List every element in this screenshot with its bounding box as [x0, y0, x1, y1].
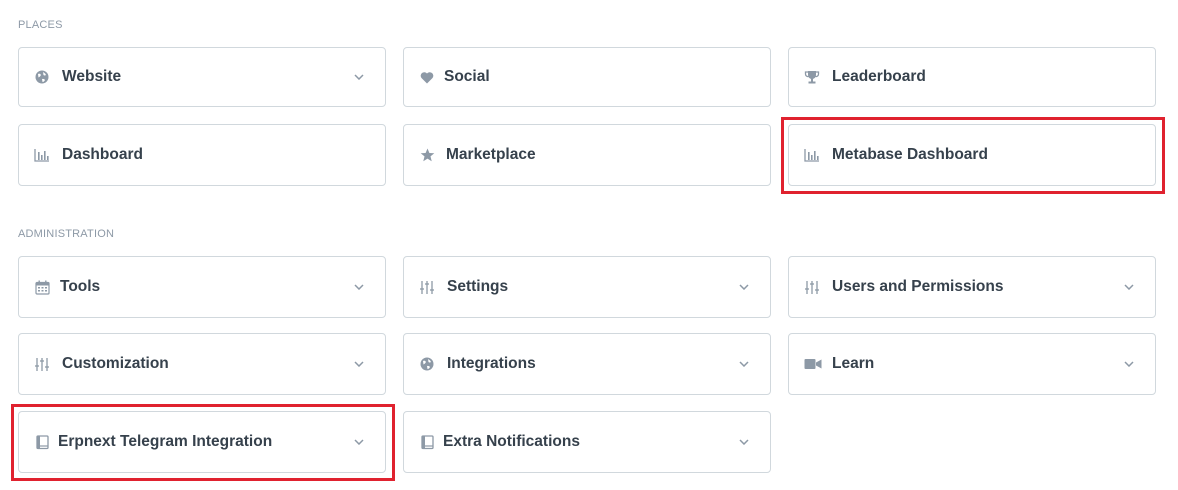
places-heading: PLACES — [18, 19, 63, 31]
chevron-down-icon[interactable] — [353, 358, 365, 370]
video-camera-icon — [804, 356, 822, 372]
globe-icon — [34, 69, 50, 85]
star-icon — [419, 147, 435, 163]
chevron-down-icon[interactable] — [353, 71, 365, 83]
card-label: Social — [444, 68, 490, 85]
chevron-down-icon[interactable] — [353, 281, 365, 293]
globe-icon — [419, 356, 435, 372]
card-learn[interactable]: Learn — [788, 333, 1156, 395]
sliders-icon — [34, 356, 50, 372]
administration-heading: ADMINISTRATION — [18, 228, 115, 240]
card-tools[interactable]: Tools — [18, 256, 386, 318]
card-label: Integrations — [447, 355, 536, 372]
heart-icon — [419, 69, 435, 85]
card-metabase-dashboard[interactable]: Metabase Dashboard — [788, 124, 1156, 186]
chevron-down-icon[interactable] — [738, 436, 750, 448]
card-customization[interactable]: Customization — [18, 333, 386, 395]
calendar-icon — [34, 279, 50, 295]
card-integrations[interactable]: Integrations — [403, 333, 771, 395]
card-extra-notifications[interactable]: Extra Notifications — [403, 411, 771, 473]
card-label: Extra Notifications — [443, 433, 580, 450]
card-label: Erpnext Telegram Integration — [58, 433, 273, 450]
card-dashboard[interactable]: Dashboard — [18, 124, 386, 186]
card-erpnext-telegram-integration[interactable]: Erpnext Telegram Integration — [18, 411, 386, 473]
sliders-icon — [419, 279, 435, 295]
bar-chart-icon — [804, 147, 820, 163]
card-marketplace[interactable]: Marketplace — [403, 124, 771, 186]
card-website[interactable]: Website — [18, 47, 386, 107]
bar-chart-icon — [34, 147, 50, 163]
sliders-icon — [804, 279, 820, 295]
card-label: Tools — [60, 278, 101, 295]
card-label: Marketplace — [446, 146, 536, 163]
chevron-down-icon[interactable] — [353, 436, 365, 448]
card-users-and-permissions[interactable]: Users and Permissions — [788, 256, 1156, 318]
card-label: Leaderboard — [832, 68, 926, 85]
card-social[interactable]: Social — [403, 47, 771, 107]
card-leaderboard[interactable]: Leaderboard — [788, 47, 1156, 107]
card-label: Customization — [62, 355, 169, 372]
chevron-down-icon[interactable] — [1123, 281, 1135, 293]
chevron-down-icon[interactable] — [738, 281, 750, 293]
card-label: Metabase Dashboard — [832, 146, 988, 163]
card-label: Dashboard — [62, 146, 143, 163]
card-label: Learn — [832, 355, 875, 372]
card-settings[interactable]: Settings — [403, 256, 771, 318]
card-label: Website — [62, 68, 122, 85]
trophy-icon — [804, 69, 820, 85]
chevron-down-icon[interactable] — [1123, 358, 1135, 370]
book-icon — [34, 434, 50, 450]
card-label: Users and Permissions — [832, 278, 1004, 295]
book-icon — [419, 434, 435, 450]
card-label: Settings — [447, 278, 509, 295]
chevron-down-icon[interactable] — [738, 358, 750, 370]
